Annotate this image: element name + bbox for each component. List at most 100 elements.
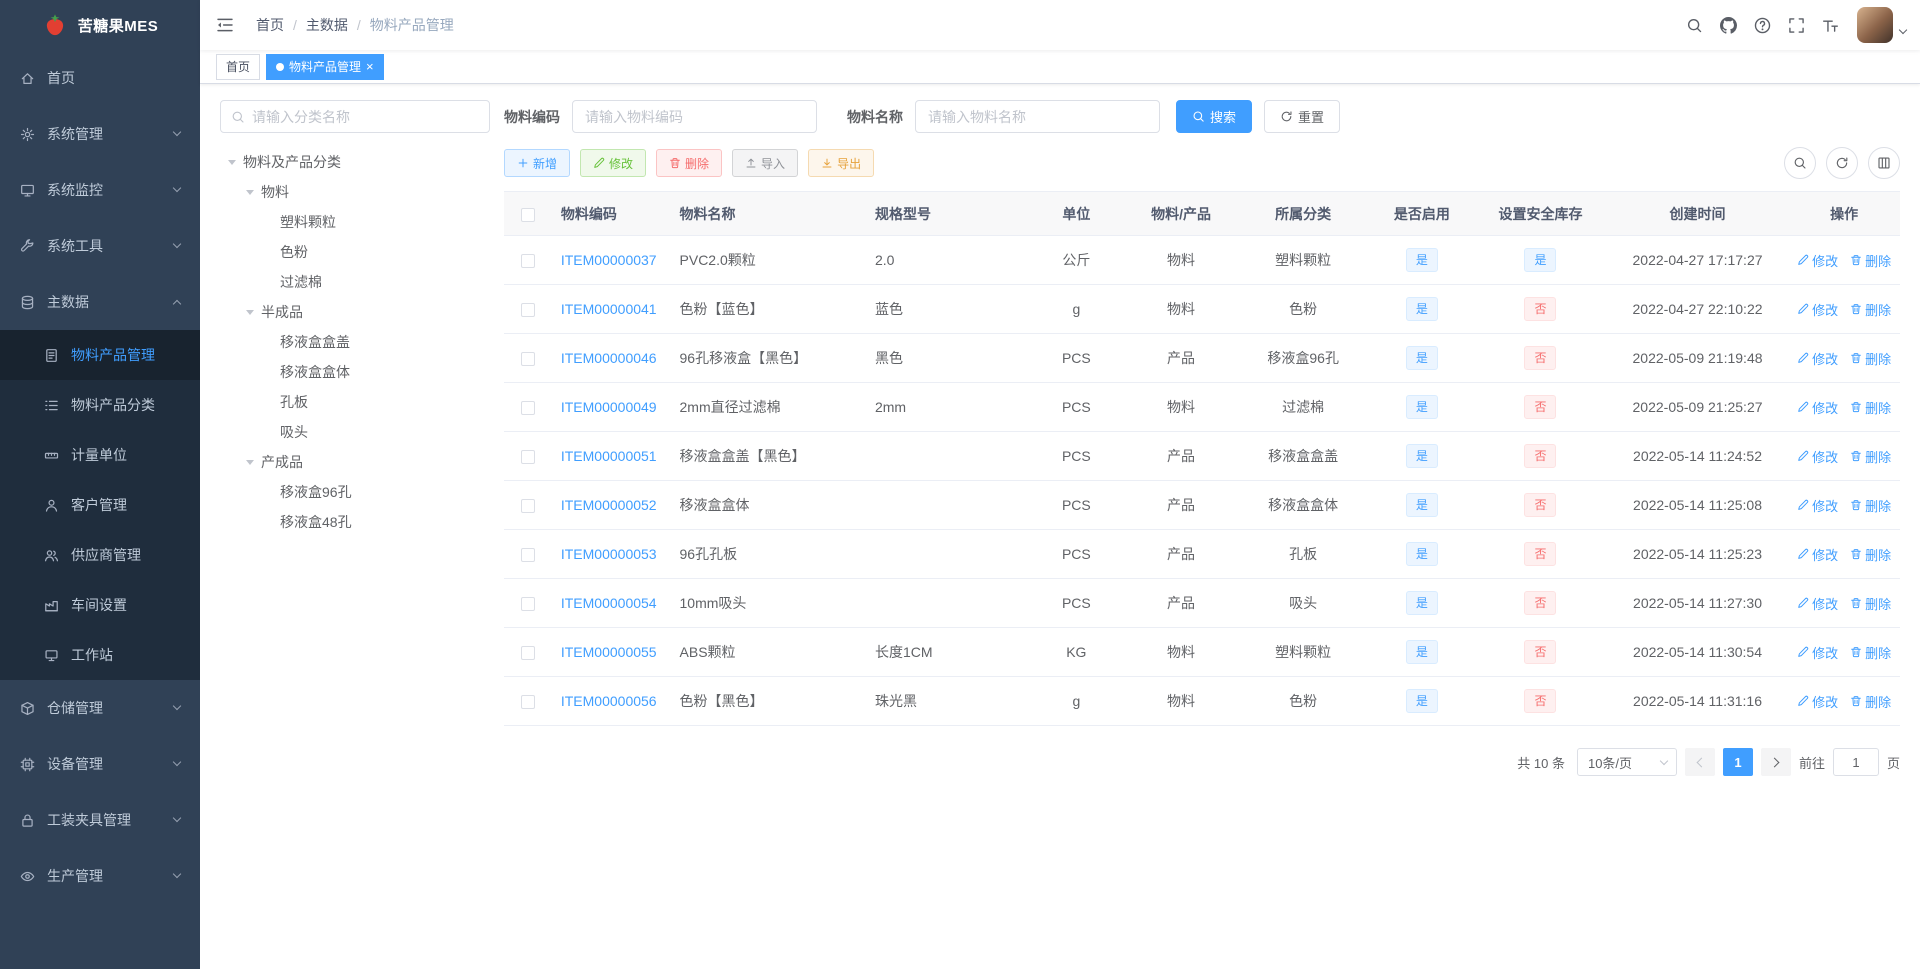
row-delete-button[interactable]: 删除 bbox=[1850, 643, 1891, 662]
column-header-2[interactable]: 规格型号 bbox=[866, 191, 1028, 236]
row-checkbox[interactable] bbox=[521, 499, 536, 514]
row-delete-button[interactable]: 删除 bbox=[1850, 496, 1891, 515]
refresh-table-button[interactable] bbox=[1826, 147, 1858, 179]
item-code-link[interactable]: ITEM00000037 bbox=[561, 252, 657, 268]
tree-node-6[interactable]: 移液盒盒盖 bbox=[220, 327, 490, 357]
tab-0[interactable]: 首页 bbox=[216, 53, 261, 80]
tree-node-1[interactable]: 物料 bbox=[220, 177, 490, 207]
tree-node-3[interactable]: 色粉 bbox=[220, 237, 490, 267]
row-delete-button[interactable]: 删除 bbox=[1850, 251, 1891, 270]
row-delete-button[interactable]: 删除 bbox=[1850, 398, 1891, 417]
sidebar-subitem-2[interactable]: 计量单位 bbox=[0, 430, 200, 480]
github-button[interactable] bbox=[1711, 0, 1745, 50]
sidebar-subitem-1[interactable]: 物料产品分类 bbox=[0, 380, 200, 430]
search-button[interactable]: 搜索 bbox=[1176, 100, 1253, 133]
edit-button[interactable]: 修改 bbox=[580, 149, 647, 177]
row-checkbox[interactable] bbox=[521, 597, 536, 612]
column-header-7[interactable]: 设置安全库存 bbox=[1474, 191, 1607, 236]
breadcrumb-item-0[interactable]: 首页 bbox=[256, 15, 284, 35]
table-row-7[interactable]: ITEM00000054 10mm吸头 PCS 产品 吸头 是 否 2022-05-14 11… bbox=[504, 578, 1900, 628]
item-code-link[interactable]: ITEM00000052 bbox=[561, 497, 657, 513]
toggle-search-button[interactable] bbox=[1784, 147, 1816, 179]
row-checkbox[interactable] bbox=[521, 450, 536, 465]
reset-button[interactable]: 重置 bbox=[1264, 100, 1341, 133]
sidebar-subitem-3[interactable]: 客户管理 bbox=[0, 480, 200, 530]
row-edit-button[interactable]: 修改 bbox=[1797, 447, 1838, 466]
tree-node-0[interactable]: 物料及产品分类 bbox=[220, 147, 490, 177]
column-settings-button[interactable] bbox=[1868, 147, 1900, 179]
tree-node-5[interactable]: 半成品 bbox=[220, 297, 490, 327]
goto-page-input[interactable] bbox=[1832, 748, 1879, 776]
table-row-3[interactable]: ITEM00000049 2mm直径过滤棉 2mm PCS 物料 过滤棉 是 否 2022-05… bbox=[504, 382, 1900, 432]
column-header-5[interactable]: 所属分类 bbox=[1236, 191, 1370, 236]
next-page-button[interactable] bbox=[1760, 748, 1791, 776]
code-filter-input[interactable] bbox=[572, 100, 817, 133]
delete-button[interactable]: 删除 bbox=[656, 149, 723, 177]
table-row-4[interactable]: ITEM00000051 移液盒盒盖【黑色】 PCS 产品 移液盒盒盖 是 否 2022-05… bbox=[504, 431, 1900, 481]
tree-node-7[interactable]: 移液盒盒体 bbox=[220, 357, 490, 387]
row-delete-button[interactable]: 删除 bbox=[1850, 594, 1891, 613]
row-edit-button[interactable]: 修改 bbox=[1797, 496, 1838, 515]
row-checkbox[interactable] bbox=[521, 695, 536, 710]
sidebar-item-7[interactable]: 工装夹具管理 bbox=[0, 792, 200, 848]
collapse-sidebar-button[interactable] bbox=[200, 0, 250, 50]
item-code-link[interactable]: ITEM00000046 bbox=[561, 350, 657, 366]
row-edit-button[interactable]: 修改 bbox=[1797, 398, 1838, 417]
row-edit-button[interactable]: 修改 bbox=[1797, 300, 1838, 319]
item-code-link[interactable]: ITEM00000041 bbox=[561, 301, 657, 317]
tree-node-4[interactable]: 过滤棉 bbox=[220, 267, 490, 297]
export-button[interactable]: 导出 bbox=[808, 149, 875, 177]
tree-node-9[interactable]: 吸头 bbox=[220, 417, 490, 447]
search-button[interactable] bbox=[1677, 0, 1711, 50]
row-delete-button[interactable]: 删除 bbox=[1850, 692, 1891, 711]
tree-node-12[interactable]: 移液盒48孔 bbox=[220, 507, 490, 537]
row-delete-button[interactable]: 删除 bbox=[1850, 349, 1891, 368]
tree-node-8[interactable]: 孔板 bbox=[220, 387, 490, 417]
table-row-8[interactable]: ITEM00000055 ABS颗粒 长度1CM KG 物料 塑料颗粒 是 否 2022-05-… bbox=[504, 627, 1900, 677]
table-row-9[interactable]: ITEM00000056 色粉【黑色】 珠光黑 g 物料 色粉 是 否 2022-05-14 1… bbox=[504, 676, 1900, 726]
row-edit-button[interactable]: 修改 bbox=[1797, 545, 1838, 564]
column-header-1[interactable]: 物料名称 bbox=[671, 191, 867, 236]
item-code-link[interactable]: ITEM00000055 bbox=[561, 644, 657, 660]
table-row-5[interactable]: ITEM00000052 移液盒盒体 PCS 产品 移液盒盒体是否 2022-05-14 … bbox=[504, 480, 1900, 530]
sidebar-item-3[interactable]: 系统工具 bbox=[0, 218, 200, 274]
row-delete-button[interactable]: 删除 bbox=[1850, 447, 1891, 466]
row-checkbox[interactable] bbox=[521, 352, 536, 367]
page-1-button[interactable]: 1 bbox=[1722, 748, 1753, 776]
column-header-3[interactable]: 单位 bbox=[1027, 191, 1126, 236]
row-checkbox[interactable] bbox=[521, 646, 536, 661]
table-row-2[interactable]: ITEM00000046 96孔移液盒【黑色】 黑色 PCS 产品 移液盒96孔 是 否 202… bbox=[504, 333, 1900, 383]
import-button[interactable]: 导入 bbox=[732, 149, 799, 177]
help-button[interactable] bbox=[1745, 0, 1779, 50]
item-code-link[interactable]: ITEM00000049 bbox=[561, 399, 657, 415]
fullscreen-button[interactable] bbox=[1779, 0, 1813, 50]
row-edit-button[interactable]: 修改 bbox=[1797, 692, 1838, 711]
item-code-link[interactable]: ITEM00000051 bbox=[561, 448, 657, 464]
row-edit-button[interactable]: 修改 bbox=[1797, 594, 1838, 613]
column-header-4[interactable]: 物料/产品 bbox=[1125, 191, 1237, 236]
prev-page-button[interactable] bbox=[1684, 748, 1715, 776]
column-header-9[interactable]: 操作 bbox=[1788, 191, 1900, 236]
add-button[interactable]: 新增 bbox=[504, 149, 571, 177]
item-code-link[interactable]: ITEM00000053 bbox=[561, 546, 657, 562]
tree-node-2[interactable]: 塑料颗粒 bbox=[220, 207, 490, 237]
sidebar-item-0[interactable]: 首页 bbox=[0, 50, 200, 106]
breadcrumb-item-1[interactable]: 主数据 bbox=[306, 15, 348, 35]
tab-close-icon[interactable]: × bbox=[366, 60, 374, 73]
row-edit-button[interactable]: 修改 bbox=[1797, 643, 1838, 662]
row-edit-button[interactable]: 修改 bbox=[1797, 251, 1838, 270]
sidebar-item-5[interactable]: 仓储管理 bbox=[0, 680, 200, 736]
sidebar-subitem-4[interactable]: 供应商管理 bbox=[0, 530, 200, 580]
row-delete-button[interactable]: 删除 bbox=[1850, 545, 1891, 564]
table-row-0[interactable]: ITEM00000037 PVC2.0颗粒 2.0 公斤 物料 塑料颗粒 是 是 2022-04… bbox=[504, 235, 1900, 285]
column-header-8[interactable]: 创建时间 bbox=[1606, 191, 1789, 236]
tab-1[interactable]: 物料产品管理 × bbox=[266, 53, 384, 80]
sidebar-item-2[interactable]: 系统监控 bbox=[0, 162, 200, 218]
row-checkbox[interactable] bbox=[521, 548, 536, 563]
table-row-1[interactable]: ITEM00000041 色粉【蓝色】 蓝色 g 物料 色粉 是 否 2022-04-27 22… bbox=[504, 284, 1900, 334]
item-code-link[interactable]: ITEM00000056 bbox=[561, 693, 657, 709]
table-row-6[interactable]: ITEM00000053 96孔孔板 PCS 产品 孔板 是 否 2022-05-14 11:… bbox=[504, 529, 1900, 579]
column-header-6[interactable]: 是否启用 bbox=[1369, 191, 1475, 236]
sidebar-subitem-5[interactable]: 车间设置 bbox=[0, 580, 200, 630]
tree-node-11[interactable]: 移液盒96孔 bbox=[220, 477, 490, 507]
